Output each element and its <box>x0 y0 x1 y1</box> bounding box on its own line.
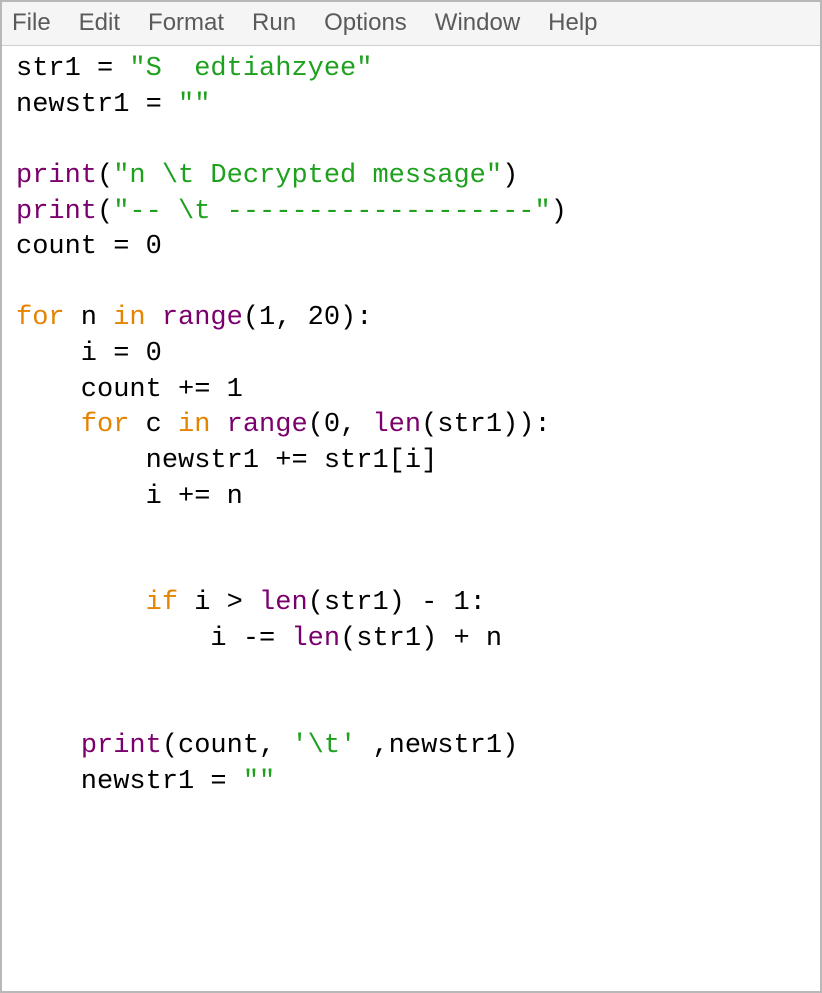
code-token: "S edtiahzyee" <box>129 54 372 84</box>
code-token: len <box>372 410 421 440</box>
code-editor[interactable]: str1 = "S edtiahzyee" newstr1 = "" print… <box>2 46 820 991</box>
code-token: range <box>162 303 243 333</box>
menu-window[interactable]: Window <box>431 7 538 39</box>
code-token: "n \t Decrypted message" <box>113 161 502 191</box>
code-token: range <box>227 410 308 440</box>
code-token: print <box>16 161 97 191</box>
code-token: "" <box>178 90 210 120</box>
menu-file[interactable]: File <box>8 7 69 39</box>
code-token: if <box>146 588 178 618</box>
code-token: "" <box>243 767 275 797</box>
menu-run[interactable]: Run <box>248 7 314 39</box>
code-token: for <box>16 303 65 333</box>
code-token: len <box>291 624 340 654</box>
code-token: print <box>81 731 162 761</box>
menu-options[interactable]: Options <box>320 7 425 39</box>
code-token: '\t' <box>291 731 356 761</box>
code-token: print <box>16 197 97 227</box>
menu-help[interactable]: Help <box>544 7 615 39</box>
code-token: "-- \t -------------------" <box>113 197 550 227</box>
menu-edit[interactable]: Edit <box>75 7 138 39</box>
menu-bar: File Edit Format Run Options Window Help <box>2 2 820 46</box>
idle-window: File Edit Format Run Options Window Help… <box>0 0 822 993</box>
code-token: len <box>259 588 308 618</box>
code-content: str1 = "S edtiahzyee" newstr1 = "" print… <box>16 52 816 800</box>
menu-format[interactable]: Format <box>144 7 242 39</box>
code-token: for <box>81 410 130 440</box>
code-token: in <box>113 303 145 333</box>
code-token: in <box>178 410 210 440</box>
